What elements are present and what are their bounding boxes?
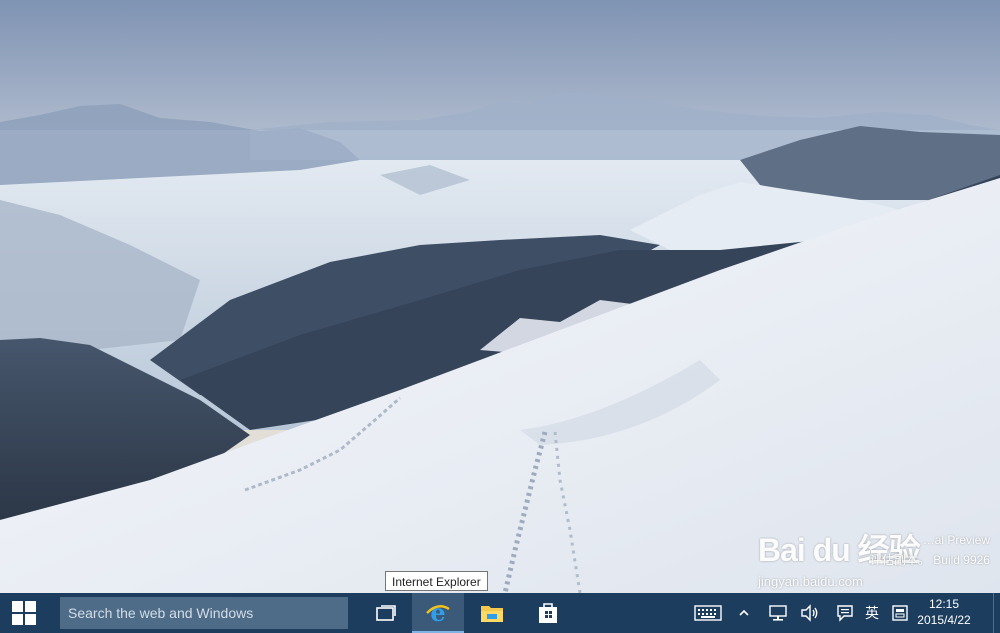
build-info-line1: …al Preview <box>922 533 990 547</box>
search-placeholder: Search the web and Windows <box>68 605 254 621</box>
task-view-button[interactable] <box>360 593 412 633</box>
folder-icon <box>481 606 503 622</box>
volume-button[interactable] <box>796 593 824 633</box>
ime-mode-button[interactable] <box>888 593 912 633</box>
speaker-icon <box>801 604 818 622</box>
show-desktop-button[interactable] <box>993 593 1000 633</box>
internet-explorer-icon: e <box>426 600 450 626</box>
action-center-button[interactable] <box>832 593 858 633</box>
ime-label: 英 <box>865 605 879 621</box>
network-button[interactable] <box>764 593 792 633</box>
baidu-watermark: Bai du 经验 …al Preview 评估副本。 Build 9926 j… <box>758 525 994 589</box>
keyboard-icon <box>694 605 722 621</box>
internet-explorer-tooltip: Internet Explorer <box>385 571 488 591</box>
store-button[interactable] <box>522 593 574 633</box>
show-hidden-icons-button[interactable] <box>734 593 754 633</box>
message-icon <box>837 605 853 622</box>
svg-text:e: e <box>430 600 445 626</box>
clock-date: 2015/4/22 <box>917 613 971 627</box>
file-explorer-button[interactable] <box>466 593 518 633</box>
windows-logo-icon <box>12 601 36 625</box>
network-icon <box>769 605 787 621</box>
task-view-icon <box>376 605 396 621</box>
chevron-up-icon <box>739 609 749 616</box>
ime-pad-icon <box>892 605 908 621</box>
build-info-line2: 评估副本。 Build 9926 <box>869 553 990 567</box>
internet-explorer-button[interactable]: e <box>412 593 464 633</box>
taskbar-search-box[interactable]: Search the web and Windows <box>60 597 348 629</box>
store-bag-icon <box>539 603 557 623</box>
mountain-snow-wallpaper <box>0 0 1000 593</box>
touch-keyboard-button[interactable] <box>690 593 726 633</box>
taskbar: Search the web and Windows e 英 12:15 201… <box>0 593 1000 633</box>
clock[interactable]: 12:15 2015/4/22 <box>914 596 974 628</box>
start-button[interactable] <box>0 593 48 633</box>
baidu-site-text: jingyan.baidu.com <box>758 574 863 589</box>
input-language-indicator[interactable]: 英 <box>860 593 884 633</box>
desktop-wallpaper: Bai du 经验 …al Preview 评估副本。 Build 9926 j… <box>0 0 1000 593</box>
clock-time: 12:15 <box>928 597 960 611</box>
